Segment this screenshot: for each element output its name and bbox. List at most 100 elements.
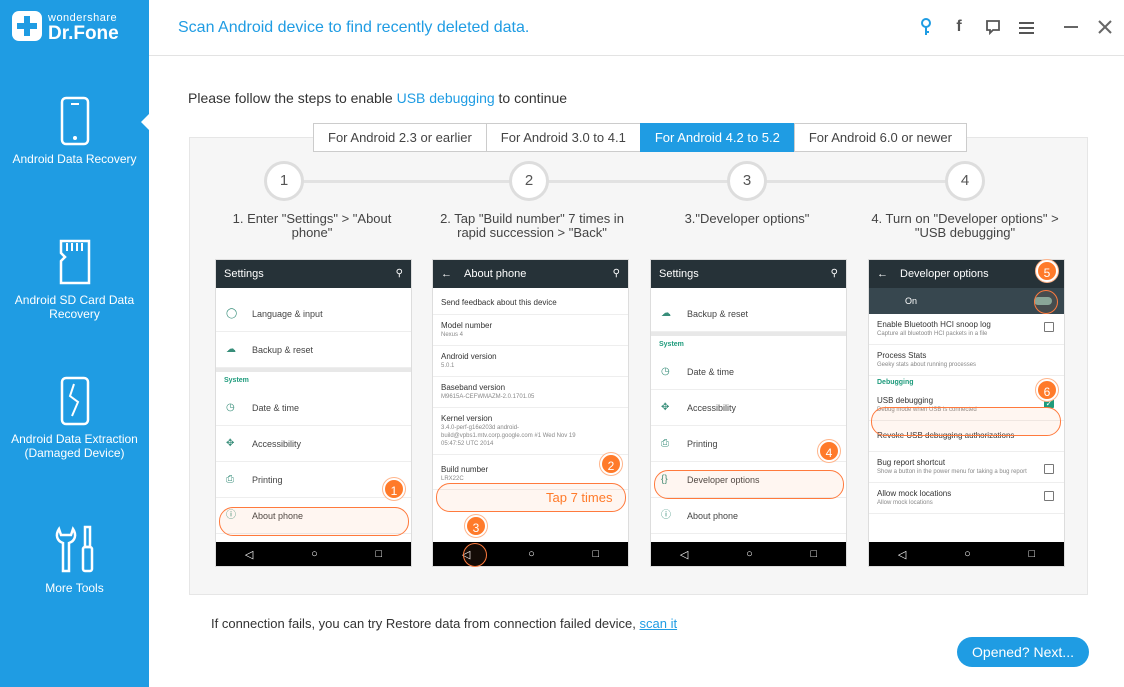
recents-icon: □ bbox=[810, 548, 818, 560]
android-version-tabs: For Android 2.3 or earlier For Android 3… bbox=[313, 123, 967, 152]
page-title: Scan Android device to find recently del… bbox=[178, 19, 530, 36]
checkbox-icon bbox=[1044, 464, 1054, 474]
phone-item-title: Model number bbox=[441, 321, 493, 330]
usb-debugging-link[interactable]: USB debugging bbox=[397, 90, 495, 106]
sidebar-item-data-extraction[interactable]: Android Data Extraction (Damaged Device) bbox=[0, 376, 149, 460]
phone-item-sub: LRX22C bbox=[441, 476, 464, 482]
instruction-prefix: Please follow the steps to enable bbox=[188, 90, 397, 106]
home-icon: ○ bbox=[746, 548, 753, 560]
active-indicator bbox=[141, 114, 149, 130]
globe-icon: ◯ bbox=[226, 308, 238, 319]
search-icon: ⚲ bbox=[395, 268, 403, 279]
phone-row: ⎙ Printing bbox=[651, 426, 846, 462]
info-icon: ⓘ bbox=[661, 510, 671, 521]
steps-connector-line bbox=[284, 180, 966, 183]
facebook-icon[interactable]: f bbox=[950, 18, 968, 36]
phone-item-sub: 5.0.1 bbox=[441, 363, 455, 369]
phone-nav-bar: ◁ ○ □ bbox=[216, 542, 411, 566]
tab-android-2-3[interactable]: For Android 2.3 or earlier bbox=[313, 123, 487, 152]
phone-section: Debugging bbox=[877, 379, 914, 386]
tab-android-6-0[interactable]: For Android 6.0 or newer bbox=[793, 123, 967, 152]
phone-row-label: Backup & reset bbox=[252, 345, 314, 355]
home-icon: ○ bbox=[964, 548, 971, 560]
phone-item-sub: Show a button in the power menu for taki… bbox=[877, 469, 1027, 475]
broken-phone-icon bbox=[60, 376, 89, 426]
sidebar-item-android-data-recovery[interactable]: Android Data Recovery bbox=[0, 96, 149, 166]
top-bar: Scan Android device to find recently del… bbox=[149, 0, 1124, 56]
printer-icon: ⎙ bbox=[661, 438, 669, 449]
phone-section: System bbox=[659, 341, 684, 348]
phone-item-title: Kernel version bbox=[441, 414, 493, 423]
phone-item: Bug report shortcut Show a button in the … bbox=[869, 452, 1064, 483]
phone-header: Settings ⚲ bbox=[651, 260, 846, 288]
accessibility-icon: ✥ bbox=[226, 438, 235, 449]
phone-item-sub: Capture all bluetooth HCI packets in a f… bbox=[877, 331, 988, 337]
phone-row: ✥ Accessibility bbox=[651, 390, 846, 426]
phone-item-title: Enable Bluetooth HCI snoop log bbox=[877, 320, 991, 329]
arrow-back-icon: ← bbox=[441, 268, 452, 280]
highlight-usb-debugging bbox=[871, 407, 1061, 436]
arrow-back-icon: ← bbox=[877, 268, 888, 280]
home-icon: ○ bbox=[528, 548, 535, 560]
phone-item-title: Allow mock locations bbox=[877, 489, 952, 498]
phone-item: Process Stats Geeky stats about running p… bbox=[869, 345, 1064, 376]
step-text-1: 1. Enter "Settings" > "About phone" bbox=[232, 211, 392, 240]
sidebar-item-label: Android Data Recovery bbox=[12, 152, 137, 166]
tools-icon bbox=[55, 525, 93, 573]
next-button[interactable]: Opened? Next... bbox=[957, 637, 1089, 667]
phone-icon bbox=[60, 96, 89, 146]
step-text-4: 4. Turn on "Developer options" > "USB de… bbox=[871, 211, 1059, 240]
callout-badge-3: 3 bbox=[465, 515, 487, 537]
phone-item: Android version 5.0.1 bbox=[433, 346, 628, 377]
key-icon[interactable] bbox=[917, 18, 935, 36]
step-number-2: 2 bbox=[509, 161, 549, 201]
minimize-icon[interactable] bbox=[1062, 18, 1080, 36]
sidebar-item-more-tools[interactable]: More Tools bbox=[0, 525, 149, 595]
phone-title: Settings bbox=[659, 268, 699, 280]
sidebar: wondershare Dr.Fone Android Data Recover… bbox=[0, 0, 149, 687]
cloud-icon: ☁ bbox=[226, 344, 236, 355]
callout-badge-1: 1 bbox=[383, 478, 405, 500]
phone-item-title: Android version bbox=[441, 352, 497, 361]
feedback-icon[interactable] bbox=[984, 18, 1002, 36]
phone-item-sub: Nexus 4 bbox=[441, 332, 464, 338]
close-icon[interactable] bbox=[1096, 18, 1114, 36]
phone-section: System bbox=[224, 377, 249, 384]
phone-item-title: Send feedback about this device bbox=[441, 298, 557, 307]
cloud-icon: ☁ bbox=[661, 308, 671, 319]
phone-item-title: Baseband version bbox=[441, 383, 506, 392]
phone-row: ◷ Date & time bbox=[651, 354, 846, 390]
clock-icon: ◷ bbox=[661, 366, 670, 377]
menu-icon[interactable] bbox=[1017, 18, 1035, 36]
step-number-3: 3 bbox=[727, 161, 767, 201]
phone-screenshot-3: Settings ⚲ ☁ Backup & reset System ◷ Date &… bbox=[650, 259, 847, 567]
phone-item-sub: M9615A-CEFWMAZM-2.0.1701.05 bbox=[441, 394, 535, 400]
phone-title: About phone bbox=[464, 268, 527, 280]
phone-item-title: USB debugging bbox=[877, 396, 934, 405]
phone-screenshot-2: ← About phone ⚲ Send feedback about this d… bbox=[432, 259, 629, 567]
phone-row: ⓘ About phone bbox=[651, 498, 846, 534]
phone-row: ◯ Language & input bbox=[216, 296, 411, 332]
phone-nav-bar: ◁ ○ □ bbox=[651, 542, 846, 566]
tab-android-4-2[interactable]: For Android 4.2 to 5.2 bbox=[639, 123, 795, 152]
instruction-suffix: to continue bbox=[494, 90, 568, 106]
scan-it-link[interactable]: scan it bbox=[640, 616, 678, 631]
phone-row: ☁ Backup & reset bbox=[651, 296, 846, 332]
callout-badge-4: 4 bbox=[818, 440, 840, 462]
phone-row-label: About phone bbox=[687, 511, 739, 521]
home-icon: ○ bbox=[311, 548, 318, 560]
callout-badge-2: 2 bbox=[600, 453, 622, 475]
tap-7-times-label: Tap 7 times bbox=[546, 490, 613, 505]
clock-icon: ◷ bbox=[226, 402, 235, 413]
step-text-2: 2. Tap "Build number" 7 times in rapid s… bbox=[440, 211, 624, 240]
phone-item: Send feedback about this device bbox=[433, 288, 628, 315]
highlight-developer-options bbox=[654, 470, 844, 499]
sidebar-item-sd-card-recovery[interactable]: Android SD Card Data Recovery bbox=[0, 237, 149, 321]
tab-android-3-0[interactable]: For Android 3.0 to 4.1 bbox=[485, 123, 641, 152]
phone-item-title: Process Stats bbox=[877, 351, 927, 360]
phone-header: ← Developer options bbox=[869, 260, 1064, 288]
highlight-toggle bbox=[1034, 290, 1058, 314]
sidebar-item-label: More Tools bbox=[45, 581, 104, 595]
phone-title: Developer options bbox=[900, 268, 989, 280]
phone-title: Settings bbox=[224, 268, 264, 280]
